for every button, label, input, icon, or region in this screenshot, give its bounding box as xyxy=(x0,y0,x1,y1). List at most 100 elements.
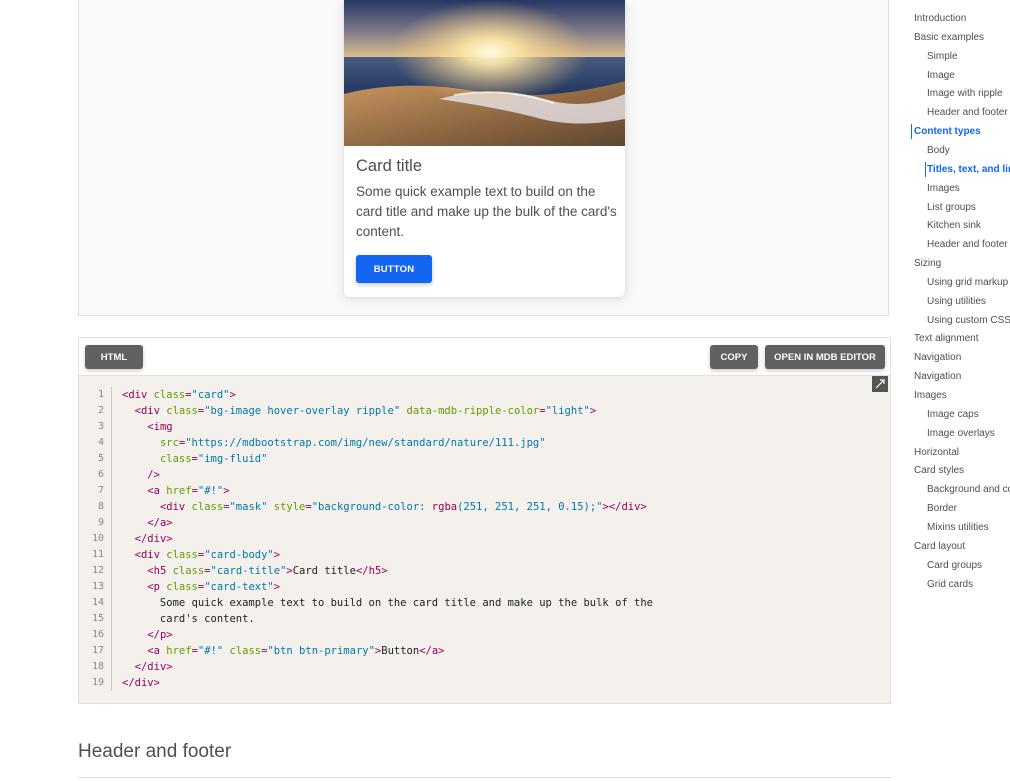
toc-item[interactable]: Body xyxy=(927,145,950,156)
gutter-rule xyxy=(111,675,112,691)
code-token: href xyxy=(166,485,192,497)
code-token: "card" xyxy=(191,389,230,401)
toc-item[interactable]: Navigation xyxy=(914,371,961,382)
toc-item[interactable]: Using utilities xyxy=(927,296,986,307)
toc-item[interactable]: Header and footer xyxy=(927,239,1008,250)
code-token: class xyxy=(153,389,186,401)
toc-item[interactable]: Image overlays xyxy=(927,428,995,439)
code-text: /> xyxy=(122,467,160,483)
toc-item[interactable]: Sizing xyxy=(914,258,941,269)
code-token: "mask" xyxy=(229,501,268,513)
code-token: </div> xyxy=(122,677,160,689)
toc-item[interactable]: Background and colors xyxy=(927,484,1010,495)
toc-item[interactable]: Basic examples xyxy=(914,32,984,43)
toc-item[interactable]: Titles, text, and links xyxy=(927,164,1010,175)
toc-item[interactable]: Navigation xyxy=(914,352,961,363)
gutter-rule xyxy=(111,403,112,419)
code-line: 10 </div> xyxy=(79,531,890,547)
code-token: (251, 251, 251, 0.15);" xyxy=(457,501,603,513)
code-token: style xyxy=(273,501,306,513)
html-tab-button[interactable]: HTML xyxy=(85,345,143,369)
line-number: 2 xyxy=(97,405,104,416)
toc-item[interactable]: Mixins utilities xyxy=(927,522,989,533)
code-line: 1 <div class="card"> xyxy=(79,387,890,403)
code-block[interactable]: 1 <div class="card"> 2 <div class="bg-imag… xyxy=(79,376,890,703)
code-line: 6 /> xyxy=(79,467,890,483)
gutter-rule xyxy=(111,547,112,563)
code-line: 8 <div class="mask" style="background-co… xyxy=(79,499,890,515)
code-text: <p class="card-text"> xyxy=(122,579,280,595)
toc-item[interactable]: Content types xyxy=(914,126,981,137)
toc-item[interactable]: Using grid markup xyxy=(927,277,1008,288)
line-number: 19 xyxy=(91,677,104,688)
code-token: </div> xyxy=(134,533,173,545)
toc-item[interactable]: Grid cards xyxy=(927,579,973,590)
toc-item[interactable]: Header and footer xyxy=(927,107,1008,118)
toc-item[interactable]: Using custom CSS xyxy=(927,315,1010,326)
code-text: </div> xyxy=(122,659,173,675)
line-number: 15 xyxy=(91,613,104,624)
line-number: 12 xyxy=(91,565,104,576)
gutter-rule xyxy=(111,531,112,547)
code-token: class xyxy=(159,453,192,465)
toc-item[interactable]: List groups xyxy=(927,202,976,213)
toc-item[interactable]: Horizontal xyxy=(914,447,959,458)
toc-item[interactable]: Introduction xyxy=(914,13,966,24)
code-token: </h5> xyxy=(355,565,388,577)
code-token: "card-title" xyxy=(210,565,287,577)
code-line: 9 </a> xyxy=(79,515,890,531)
line-number: 1 xyxy=(97,389,104,400)
open-in-mdb-editor-button[interactable]: OPEN IN MDB EDITOR xyxy=(765,345,885,369)
toc-item[interactable]: Border xyxy=(927,503,957,514)
gutter-rule xyxy=(111,611,112,627)
gutter-rule xyxy=(111,659,112,675)
toc-item[interactable]: Image caps xyxy=(927,409,979,420)
gutter-rule xyxy=(111,483,112,499)
toc-item[interactable]: Card layout xyxy=(914,541,965,552)
card-button[interactable]: BUTTON xyxy=(356,255,432,283)
copy-button[interactable]: COPY xyxy=(710,345,758,369)
line-number: 9 xyxy=(97,517,104,528)
toc-item[interactable]: Image xyxy=(927,70,955,81)
code-token: > xyxy=(223,485,230,497)
gutter-rule xyxy=(111,627,112,643)
code-token: "btn btn-primary" xyxy=(267,645,375,657)
code-toolbar: HTML COPY OPEN IN MDB EDITOR xyxy=(79,338,890,376)
toc-item[interactable]: Simple xyxy=(927,51,958,62)
toc-item[interactable]: Card styles xyxy=(914,465,964,476)
line-number: 10 xyxy=(91,533,104,544)
divider xyxy=(78,777,891,778)
code-token: Some quick example text to build on the … xyxy=(122,597,654,609)
card-text: Some quick example text to build on the … xyxy=(356,184,617,239)
code-token: <div xyxy=(134,405,167,417)
table-of-contents: Introduction Basic examples Simple Image Ima… xyxy=(909,0,1010,781)
code-token: "card-body" xyxy=(204,549,274,561)
toc-item[interactable]: Images xyxy=(927,183,960,194)
card-image[interactable] xyxy=(344,0,625,146)
code-token: > xyxy=(273,549,281,561)
code-line: 3 <img xyxy=(79,419,890,435)
code-panel: HTML COPY OPEN IN MDB EDITOR 1 <div class… xyxy=(78,337,891,704)
code-token: src xyxy=(159,437,179,449)
code-text: </div> xyxy=(122,531,173,547)
code-token: "card-text" xyxy=(204,581,274,593)
code-line: 5 class="img-fluid" xyxy=(79,451,890,467)
toc-item[interactable]: Text alignment xyxy=(914,333,978,344)
code-lines: 1 <div class="card"> 2 <div class="bg-imag… xyxy=(79,387,890,691)
code-line: 14 Some quick example text to build on t… xyxy=(79,595,890,611)
toc-item[interactable]: Images xyxy=(914,390,947,401)
toc-item[interactable]: Card groups xyxy=(927,560,982,571)
code-token: </p> xyxy=(147,629,173,641)
section-heading: Header and footer xyxy=(78,741,232,762)
toc-item[interactable]: Image with ripple xyxy=(927,88,1003,99)
gutter-rule xyxy=(111,563,112,579)
toc-item[interactable]: Kitchen sink xyxy=(927,220,981,231)
card-preview: Card title Some quick example text to bu… xyxy=(78,0,889,316)
line-number: 6 xyxy=(97,469,104,480)
code-line: 11 <div class="card-body"> xyxy=(79,547,890,563)
